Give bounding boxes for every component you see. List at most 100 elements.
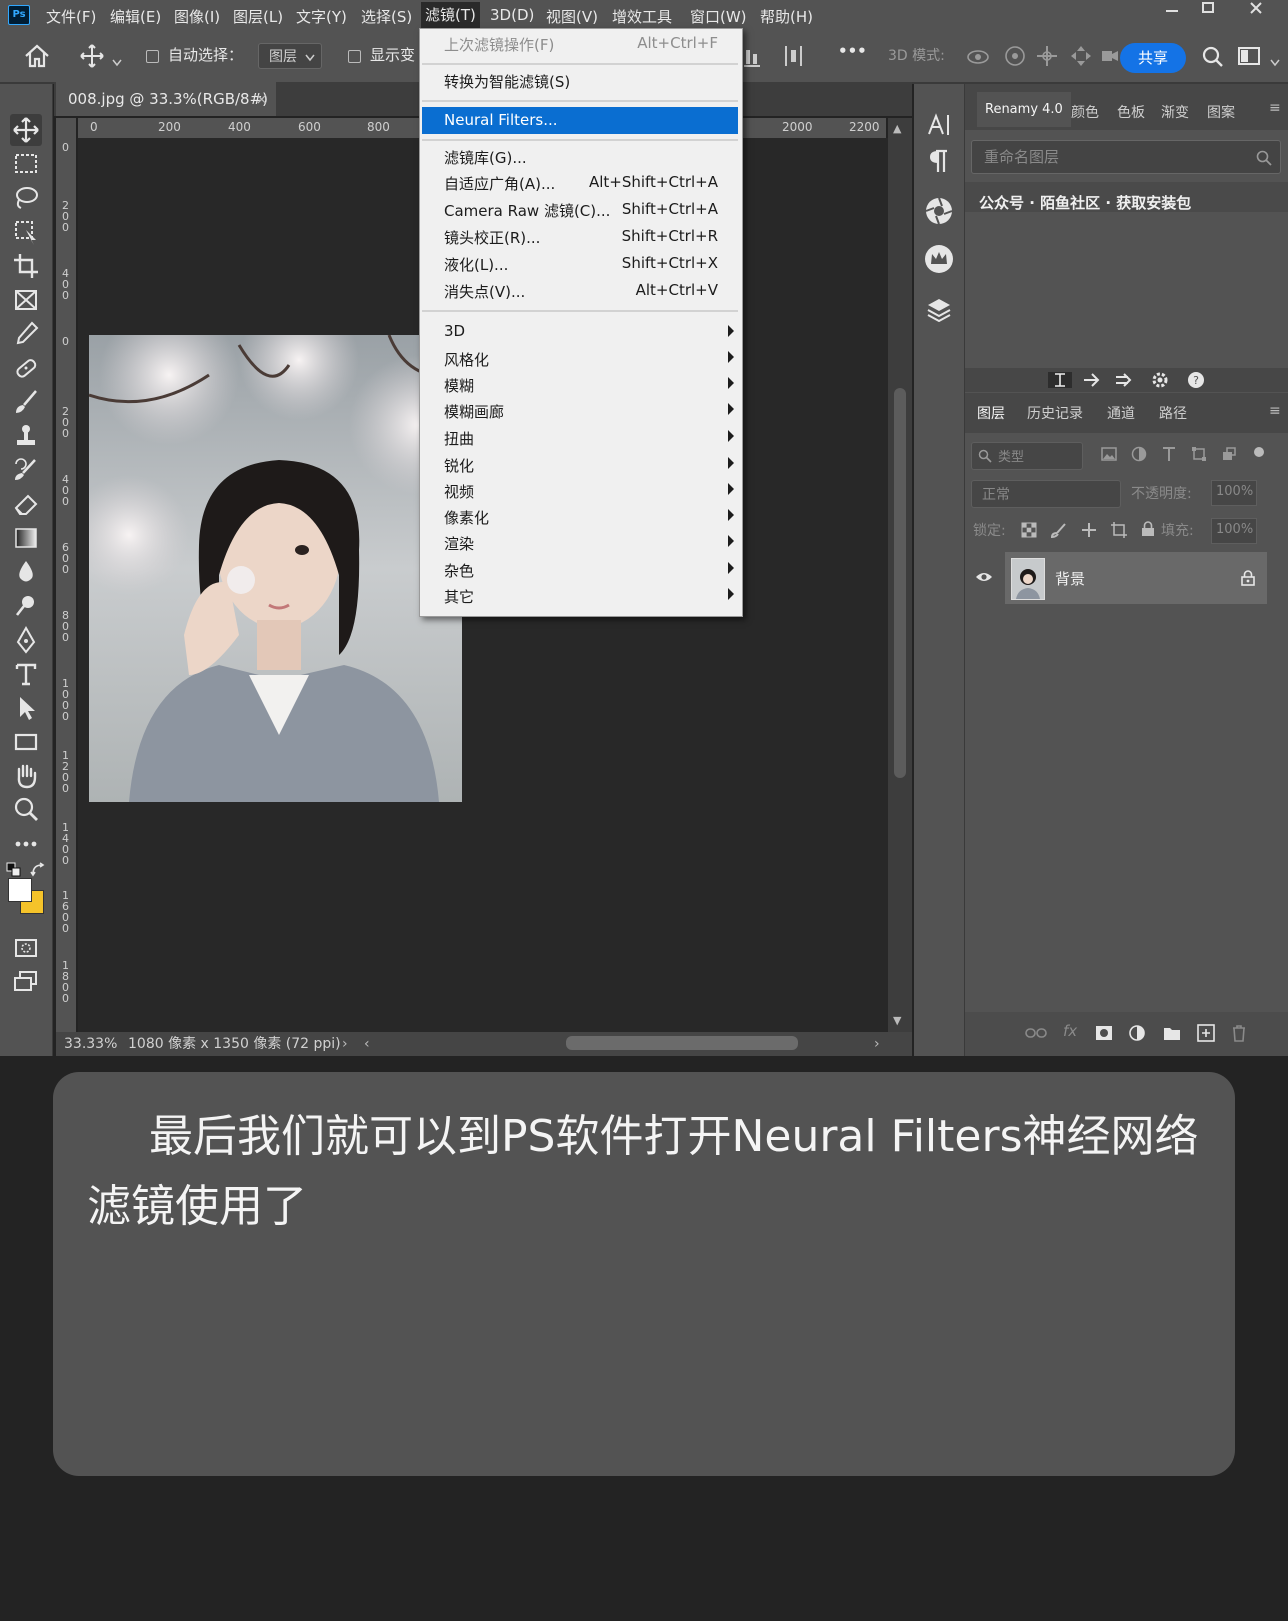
type-filter-icon[interactable] xyxy=(1161,446,1177,462)
show-transform-checkbox[interactable] xyxy=(348,50,361,63)
menu-item-camera-raw[interactable]: Camera Raw 滤镜(C)... xyxy=(444,200,610,221)
menu-3d[interactable]: 3D(D) xyxy=(490,6,534,24)
lock-pixels-icon[interactable] xyxy=(1051,522,1067,538)
tab-patterns[interactable]: 图案 xyxy=(1207,102,1235,122)
menu-item-other[interactable]: 其它 xyxy=(444,586,474,607)
new-group-icon[interactable] xyxy=(1163,1025,1181,1041)
menu-item-vanishing-point[interactable]: 消失点(V)... xyxy=(444,281,525,302)
frame-tool-icon[interactable] xyxy=(10,284,42,316)
crown-plugin-icon[interactable] xyxy=(924,244,954,278)
lasso-tool-icon[interactable] xyxy=(10,182,42,214)
3d-pan-icon[interactable] xyxy=(1036,45,1058,71)
help-icon[interactable]: ? xyxy=(1187,371,1205,389)
menu-item-adaptive-wide-angle[interactable]: 自适应广角(A)... xyxy=(444,173,555,194)
gear-icon[interactable] xyxy=(1151,371,1169,389)
layer-filter-dropdown[interactable]: 类型 xyxy=(971,442,1083,470)
path-selection-tool-icon[interactable] xyxy=(10,692,42,724)
scroll-right-icon[interactable]: › xyxy=(874,1032,880,1056)
menu-window[interactable]: 窗口(W) xyxy=(690,6,747,27)
shape-filter-icon[interactable] xyxy=(1191,446,1207,462)
foreground-color-swatch[interactable] xyxy=(8,878,32,902)
menu-item-blur[interactable]: 模糊 xyxy=(444,375,474,396)
dodge-tool-icon[interactable] xyxy=(10,590,42,622)
home-icon[interactable] xyxy=(24,44,50,72)
menu-item-blur-gallery[interactable]: 模糊画廊 xyxy=(444,401,504,422)
tab-channels[interactable]: 通道 xyxy=(1107,403,1135,423)
fill-input[interactable]: 100% xyxy=(1211,518,1257,544)
share-button[interactable]: 共享 xyxy=(1120,43,1186,73)
delete-layer-icon[interactable] xyxy=(1231,1024,1247,1042)
move-tool-icon[interactable] xyxy=(10,114,42,146)
menu-item-video[interactable]: 视频 xyxy=(444,481,474,502)
layers-stack-icon[interactable] xyxy=(926,296,952,326)
menu-item-liquify[interactable]: 液化(L)... xyxy=(444,254,508,275)
menu-item-noise[interactable]: 杂色 xyxy=(444,560,474,581)
menu-item-sharpen[interactable]: 锐化 xyxy=(444,455,474,476)
vertical-scroll-thumb[interactable] xyxy=(894,388,906,778)
menu-select[interactable]: 选择(S) xyxy=(361,6,412,27)
tab-layers[interactable]: 图层 xyxy=(977,403,1005,423)
chevron-down-icon[interactable] xyxy=(112,52,122,71)
more-tools-icon[interactable] xyxy=(10,828,42,860)
3d-orbit-icon[interactable] xyxy=(966,46,990,72)
arrow-right-icon[interactable] xyxy=(1083,372,1101,388)
add-mask-icon[interactable] xyxy=(1095,1025,1113,1041)
tab-swatches[interactable]: 色板 xyxy=(1117,102,1145,122)
menu-view[interactable]: 视图(V) xyxy=(546,6,598,27)
healing-brush-tool-icon[interactable] xyxy=(10,352,42,384)
3d-slide-icon[interactable] xyxy=(1070,45,1092,71)
layer-row[interactable]: 背景 xyxy=(1005,552,1267,604)
blend-mode-dropdown[interactable]: 正常 xyxy=(971,480,1121,508)
marquee-tool-icon[interactable] xyxy=(10,148,42,180)
tab-color[interactable]: 颜色 xyxy=(1071,102,1099,122)
panel-menu-icon[interactable]: ≡ xyxy=(1269,100,1281,116)
horizontal-scroll-thumb[interactable] xyxy=(566,1036,798,1050)
restore-icon[interactable] xyxy=(1190,0,1226,22)
menu-item-render[interactable]: 渲染 xyxy=(444,533,474,554)
quick-mask-icon[interactable] xyxy=(10,932,42,964)
tab-history[interactable]: 历史记录 xyxy=(1027,403,1083,423)
3d-roll-icon[interactable] xyxy=(1004,45,1026,71)
character-panel-icon[interactable] xyxy=(926,112,952,142)
opacity-input[interactable]: 100% xyxy=(1211,480,1257,506)
workspace-icon[interactable] xyxy=(1238,46,1260,70)
visibility-eye-icon[interactable] xyxy=(975,570,993,584)
zoom-tool-icon[interactable] xyxy=(10,794,42,826)
brush-tool-icon[interactable] xyxy=(10,386,42,418)
type-tool-icon[interactable] xyxy=(10,658,42,690)
lock-all-icon[interactable] xyxy=(1141,521,1155,537)
tab-paths[interactable]: 路径 xyxy=(1159,403,1187,423)
auto-select-checkbox[interactable] xyxy=(146,50,159,63)
document-tab[interactable]: 008.jpg @ 33.3%(RGB/8#) × xyxy=(56,82,276,116)
link-layers-icon[interactable] xyxy=(1025,1026,1047,1040)
scroll-up-icon[interactable]: ▲ xyxy=(893,122,901,135)
lock-transparency-icon[interactable] xyxy=(1021,522,1037,538)
tab-gradients[interactable]: 渐变 xyxy=(1161,102,1189,122)
close-tab-icon[interactable]: × xyxy=(255,82,268,116)
panel-menu-icon[interactable]: ≡ xyxy=(1269,403,1281,419)
rename-layer-input[interactable]: 重命名图层 xyxy=(971,140,1281,174)
eraser-tool-icon[interactable] xyxy=(10,488,42,520)
menu-edit[interactable]: 编辑(E) xyxy=(110,6,161,27)
close-icon[interactable] xyxy=(1238,0,1274,22)
blur-tool-icon[interactable] xyxy=(10,556,42,588)
menu-item-distort[interactable]: 扭曲 xyxy=(444,428,474,449)
new-layer-icon[interactable] xyxy=(1197,1024,1215,1042)
hand-tool-icon[interactable] xyxy=(10,760,42,792)
menu-item-neural-filters[interactable]: Neural Filters... xyxy=(444,111,558,129)
fx-button[interactable]: fx xyxy=(1063,1022,1077,1040)
menu-layer[interactable]: 图层(L) xyxy=(233,6,283,27)
move-tool-icon[interactable] xyxy=(80,44,104,72)
menu-item-pixelate[interactable]: 像素化 xyxy=(444,507,489,528)
zoom-level[interactable]: 33.33% xyxy=(64,1032,117,1056)
rectangle-tool-icon[interactable] xyxy=(10,726,42,758)
3d-camera-icon[interactable] xyxy=(1102,47,1118,69)
adjustment-filter-icon[interactable] xyxy=(1131,446,1147,462)
swap-colors-icon[interactable] xyxy=(30,862,46,882)
menu-image[interactable]: 图像(I) xyxy=(174,6,220,27)
filter-toggle-icon[interactable] xyxy=(1253,446,1265,458)
more-options-button[interactable]: ••• xyxy=(838,42,867,60)
align-icon[interactable] xyxy=(744,44,762,72)
double-arrow-right-icon[interactable] xyxy=(1115,372,1133,388)
crop-tool-icon[interactable] xyxy=(10,250,42,282)
